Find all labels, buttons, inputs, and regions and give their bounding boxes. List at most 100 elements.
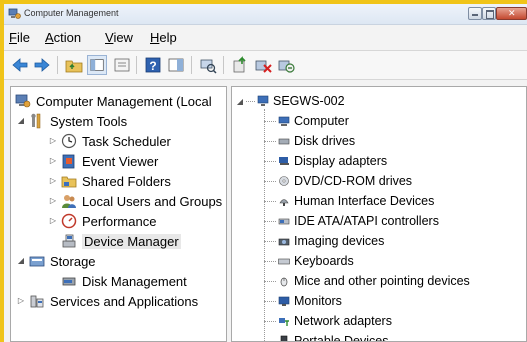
tree-label: Shared Folders <box>82 173 171 189</box>
tree-connector <box>264 340 276 341</box>
update-driver-icon[interactable] <box>230 55 250 75</box>
tree-item-event-viewer[interactable]: Event Viewer <box>61 151 158 171</box>
device-category-label: Display adapters <box>294 154 388 168</box>
properties-icon[interactable] <box>112 55 132 75</box>
device-category-label: Monitors <box>294 294 342 308</box>
device-root-computer[interactable]: ◢ SEGWS-002 <box>236 91 345 111</box>
svg-text:?: ? <box>149 59 156 73</box>
computer-management-icon <box>8 8 21 19</box>
console-tree[interactable]: Computer Management (Local ◢ System Tool… <box>10 86 227 342</box>
menu-action[interactable]: Action <box>45 30 81 45</box>
tree-connector <box>264 160 276 162</box>
collapsed-arrow-icon[interactable]: ▷ <box>17 296 25 305</box>
tree-label: Event Viewer <box>82 153 159 169</box>
keyboard-icon <box>278 258 290 265</box>
hid-icon <box>279 199 289 206</box>
menu-file-label: ile <box>16 30 30 45</box>
device-category-label: DVD/CD-ROM drives <box>294 174 413 188</box>
close-button[interactable] <box>496 7 527 20</box>
device-category-label: Keyboards <box>294 254 354 268</box>
device-manager-icon <box>62 234 76 248</box>
performance-icon <box>61 213 77 229</box>
tree-item-task-scheduler[interactable]: Task Scheduler <box>61 131 171 151</box>
computer-management-icon <box>15 94 31 108</box>
expanded-arrow-icon[interactable]: ◢ <box>17 256 25 265</box>
computer-icon <box>257 95 269 106</box>
device-category-label: IDE ATA/ATAPI controllers <box>294 214 439 228</box>
collapsed-arrow-icon[interactable]: ▷ <box>49 176 57 185</box>
window-title: Computer Management <box>24 8 119 18</box>
device-category[interactable]: Computer <box>264 111 349 131</box>
monitor-icon <box>278 296 290 306</box>
device-category[interactable]: IDE ATA/ATAPI controllers <box>264 211 439 231</box>
services-icon <box>30 295 44 308</box>
tree-item-computer-management[interactable]: Computer Management (Local <box>15 91 212 111</box>
device-category[interactable]: Monitors <box>264 291 342 311</box>
collapsed-arrow-icon[interactable]: ▷ <box>49 156 57 165</box>
uninstall-device-icon[interactable] <box>276 55 296 75</box>
tree-connector <box>264 240 276 242</box>
menu-view[interactable]: View <box>105 30 133 45</box>
disk-management-icon <box>62 277 76 286</box>
portable-device-icon <box>280 335 288 341</box>
users-icon <box>62 195 76 208</box>
tree-item-shared-folders[interactable]: Shared Folders <box>61 171 171 191</box>
help-icon[interactable]: ? <box>143 55 163 75</box>
device-category-label: Human Interface Devices <box>294 194 435 208</box>
device-category-label: Network adapters <box>294 314 392 328</box>
minimize-button[interactable] <box>468 7 482 20</box>
tree-item-system-tools[interactable]: System Tools <box>29 111 127 131</box>
mouse-icon <box>280 277 288 287</box>
tree-label: Computer Management (Local <box>36 93 212 109</box>
device-category-label: Imaging devices <box>294 234 385 248</box>
tree-item-device-manager[interactable]: Device Manager <box>61 231 181 251</box>
device-category[interactable]: Human Interface Devices <box>264 191 434 211</box>
collapsed-arrow-icon[interactable]: ▷ <box>49 216 57 225</box>
device-category[interactable]: Keyboards <box>264 251 354 271</box>
up-folder-icon[interactable] <box>64 55 84 75</box>
tree-label: Task Scheduler <box>82 133 171 149</box>
tree-item-storage[interactable]: Storage <box>29 251 96 271</box>
device-category[interactable]: Network adapters <box>264 311 392 331</box>
collapsed-arrow-icon[interactable]: ▷ <box>49 136 57 145</box>
menu-help-label: elp <box>159 30 177 45</box>
device-category[interactable]: Display adapters <box>264 151 387 171</box>
show-hide-tree-icon[interactable] <box>87 55 107 75</box>
toolbar-separator <box>191 56 192 74</box>
tree-item-disk-management[interactable]: Disk Management <box>61 271 187 291</box>
device-category[interactable]: Portable Devices <box>264 331 389 341</box>
back-arrow-icon[interactable] <box>10 55 30 75</box>
device-category[interactable]: DVD/CD-ROM drives <box>264 171 412 191</box>
menu-bar: File Action View Help <box>4 26 527 48</box>
tree-item-local-users-groups[interactable]: Local Users and Groups <box>61 191 222 211</box>
tree-connector <box>264 220 276 222</box>
device-category[interactable]: Imaging devices <box>264 231 384 251</box>
expanded-arrow-icon[interactable]: ◢ <box>17 116 25 125</box>
maximize-button[interactable] <box>482 7 496 20</box>
action-pane-icon[interactable] <box>166 55 186 75</box>
tree-connector <box>264 260 276 262</box>
toolbar-separator <box>136 56 137 74</box>
computer-name: SEGWS-002 <box>273 94 345 108</box>
scan-hardware-icon[interactable] <box>198 55 218 75</box>
forward-arrow-icon[interactable] <box>32 55 52 75</box>
device-tree[interactable]: ◢ SEGWS-002 Computer Disk drives Display… <box>231 86 527 342</box>
ide-controller-icon <box>278 218 290 225</box>
toolbar-separator <box>57 56 58 74</box>
menu-file[interactable]: File <box>9 30 30 45</box>
tree-connector <box>246 100 255 102</box>
tree-connector <box>264 280 276 282</box>
title-bar[interactable]: Computer Management <box>4 4 527 25</box>
device-category[interactable]: Mice and other pointing devices <box>264 271 470 291</box>
dvd-drive-icon <box>279 176 289 186</box>
tree-item-performance[interactable]: Performance <box>61 211 156 231</box>
menu-help[interactable]: Help <box>150 30 177 45</box>
tree-label: Disk Management <box>82 273 187 289</box>
tree-label: Local Users and Groups <box>82 193 223 209</box>
tree-item-services-applications[interactable]: Services and Applications <box>29 291 198 311</box>
expanded-arrow-icon[interactable]: ◢ <box>236 97 244 106</box>
collapsed-arrow-icon[interactable]: ▷ <box>49 196 57 205</box>
device-category[interactable]: Disk drives <box>264 131 355 151</box>
disable-device-icon[interactable] <box>253 55 273 75</box>
device-category-label: Disk drives <box>294 134 356 148</box>
